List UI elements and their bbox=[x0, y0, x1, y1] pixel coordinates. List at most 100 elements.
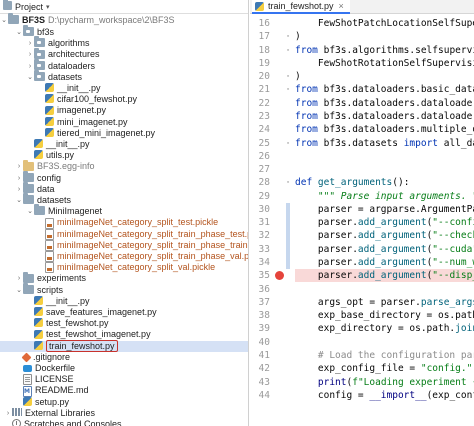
chevron-right-icon[interactable]: › bbox=[26, 61, 34, 72]
line-number[interactable]: 37 bbox=[250, 296, 270, 309]
line-number[interactable]: 38 bbox=[250, 309, 270, 322]
tree-item[interactable]: .gitignore bbox=[0, 352, 248, 363]
close-tab-icon[interactable]: × bbox=[339, 1, 344, 11]
line-number[interactable]: 25 bbox=[250, 137, 270, 150]
code-line[interactable]: from bf3s.dataloaders.basic_dataloa bbox=[295, 83, 474, 96]
chevron-right-icon[interactable]: › bbox=[15, 173, 23, 184]
code-line[interactable]: FewShotPatchLocationSelfSupervi bbox=[295, 17, 474, 30]
tree-item[interactable]: ⌄ MiniImagenet bbox=[0, 204, 248, 217]
code-line[interactable]: from bf3s.datasets import all_datase bbox=[295, 137, 474, 150]
tree-item[interactable]: LICENSE bbox=[0, 374, 248, 386]
code-line[interactable]: from bf3s.dataloaders.dataloader_fe bbox=[295, 110, 474, 123]
tree-item[interactable]: imagenet.py bbox=[0, 105, 248, 116]
code-line[interactable]: exp_base_directory = os.path.jo bbox=[295, 309, 474, 322]
code-line[interactable]: args_opt = parser.parse_args() bbox=[295, 296, 474, 309]
tab-train-fewshot[interactable]: train_fewshot.py × bbox=[252, 0, 350, 14]
line-number[interactable]: 42 bbox=[250, 362, 270, 375]
tree-item[interactable]: save_features_imagenet.py bbox=[0, 307, 248, 318]
line-number[interactable]: 33 bbox=[250, 243, 270, 256]
code-line[interactable]: ) bbox=[295, 70, 474, 83]
tree-item[interactable]: miniImageNet_category_split_train_phase_… bbox=[0, 240, 248, 251]
code-line[interactable]: config = __import__(exp_config bbox=[295, 389, 474, 402]
line-number[interactable]: 34 bbox=[250, 256, 270, 269]
line-number[interactable]: 40 bbox=[250, 336, 270, 349]
code-line[interactable]: FewShotRotationSelfSupervision_ bbox=[295, 57, 474, 70]
tree-item[interactable]: Dockerfile bbox=[0, 363, 248, 374]
editor-gutter[interactable]: 16 17 ▫ 18 ▫ 19 20 ▫ 21 ▫ 22 23 24 25 ▫ 26 27 28 ▫ 29 30 31 32… bbox=[250, 14, 295, 426]
line-number[interactable]: 41 bbox=[250, 349, 270, 362]
code-area[interactable]: FewShotPatchLocationSelfSupervi)from bf3… bbox=[295, 14, 474, 426]
chevron-right-icon[interactable]: › bbox=[15, 273, 23, 284]
line-number[interactable]: 17 bbox=[250, 30, 270, 43]
tree-item[interactable]: mini_imagenet.py bbox=[0, 117, 248, 128]
line-number[interactable]: 36 bbox=[250, 283, 270, 296]
code-line[interactable]: exp_config_file = "config." + a bbox=[295, 362, 474, 375]
tree-item[interactable]: › data bbox=[0, 181, 248, 195]
code-line[interactable]: parser.add_argument("--checkpo bbox=[295, 229, 474, 242]
tree-item[interactable]: train_fewshot.py bbox=[0, 339, 248, 352]
line-number[interactable]: 29 bbox=[250, 190, 270, 203]
code-line[interactable]: def get_arguments(): bbox=[295, 176, 474, 189]
chevron-down-icon[interactable]: ⌄ bbox=[26, 72, 34, 83]
tree-item[interactable]: › BF3S.egg-info bbox=[0, 159, 248, 172]
line-number[interactable]: 22 bbox=[250, 97, 270, 110]
code-line[interactable]: parser.add_argument("--disp_ste bbox=[295, 269, 474, 283]
line-number[interactable]: 35 bbox=[250, 269, 270, 282]
tree-item[interactable]: test_fewshot_imagenet.py bbox=[0, 329, 248, 340]
tree-item[interactable]: __init__.py bbox=[0, 83, 248, 94]
fold-marker-icon[interactable]: ▫ bbox=[284, 137, 292, 150]
line-number[interactable]: 32 bbox=[250, 229, 270, 242]
breakpoint-icon[interactable] bbox=[275, 271, 284, 281]
tree-item[interactable]: __init__.py bbox=[0, 296, 248, 307]
tree-item[interactable]: › config bbox=[0, 170, 248, 184]
line-number[interactable]: 20 bbox=[250, 70, 270, 83]
line-number[interactable]: 26 bbox=[250, 150, 270, 163]
tree-item[interactable]: __init__.py bbox=[0, 139, 248, 150]
code-line[interactable]: parser.add_argument("--cuda", t bbox=[295, 243, 474, 256]
tree-item[interactable]: ⌄ scripts bbox=[0, 282, 248, 296]
line-number[interactable]: 28 bbox=[250, 176, 270, 189]
chevron-right-icon[interactable]: › bbox=[26, 38, 34, 49]
chevron-down-icon[interactable]: ⌄ bbox=[15, 27, 23, 38]
line-number[interactable]: 23 bbox=[250, 110, 270, 123]
line-number[interactable]: 19 bbox=[250, 57, 270, 70]
code-line[interactable]: parser.add_argument("--num_work bbox=[295, 256, 474, 269]
line-number[interactable]: 24 bbox=[250, 123, 270, 136]
code-line[interactable] bbox=[295, 283, 474, 296]
tree-item[interactable]: miniImageNet_category_split_val.pickle bbox=[0, 262, 248, 274]
fold-marker-icon[interactable]: ▫ bbox=[284, 176, 292, 189]
tree-item[interactable]: cifar100_fewshot.py bbox=[0, 94, 248, 105]
fold-marker-icon[interactable]: ▫ bbox=[284, 83, 292, 96]
line-number[interactable]: 16 bbox=[250, 17, 270, 30]
line-number[interactable]: 18 bbox=[250, 44, 270, 57]
chevron-right-icon[interactable]: › bbox=[15, 184, 23, 195]
chevron-down-icon[interactable]: ⌄ bbox=[15, 195, 23, 206]
tree-item[interactable]: setup.py bbox=[0, 397, 248, 408]
project-view-dropdown-icon[interactable]: ▾ bbox=[46, 3, 50, 11]
tree-item[interactable]: utils.py bbox=[0, 150, 248, 161]
code-line[interactable] bbox=[295, 150, 474, 163]
tree-item[interactable]: ⌄ datasets bbox=[0, 69, 248, 83]
code-line[interactable]: exp_directory = os.path.join(ex bbox=[295, 322, 474, 335]
chevron-right-icon[interactable]: › bbox=[26, 49, 34, 60]
code-line[interactable]: ) bbox=[295, 30, 474, 43]
line-number[interactable]: 27 bbox=[250, 163, 270, 176]
code-line[interactable] bbox=[295, 336, 474, 349]
line-number[interactable]: 31 bbox=[250, 216, 270, 229]
tree-item[interactable]: README.md bbox=[0, 385, 248, 397]
line-number[interactable]: 30 bbox=[250, 203, 270, 216]
fold-marker-icon[interactable]: ▫ bbox=[284, 30, 292, 43]
vcs-change-marker[interactable] bbox=[286, 202, 290, 270]
code-line[interactable] bbox=[295, 163, 474, 176]
code-line[interactable]: from bf3s.algorithms.selfsupervision bbox=[295, 44, 474, 57]
code-line[interactable]: from bf3s.dataloaders.multiple_datal bbox=[295, 123, 474, 136]
chevron-right-icon[interactable]: › bbox=[15, 161, 23, 172]
line-number[interactable]: 39 bbox=[250, 322, 270, 335]
code-line[interactable]: # Load the configuration params bbox=[295, 349, 474, 362]
tree-item[interactable]: › External Libraries bbox=[0, 408, 248, 419]
code-line[interactable]: parser = argparse.ArgumentParse bbox=[295, 203, 474, 216]
chevron-down-icon[interactable]: ⌄ bbox=[26, 206, 34, 217]
code-line[interactable]: """ Parse input arguments. """ bbox=[295, 190, 474, 203]
code-line[interactable]: from bf3s.dataloaders.dataloader_fe bbox=[295, 97, 474, 110]
chevron-down-icon[interactable]: ⌄ bbox=[0, 15, 8, 26]
